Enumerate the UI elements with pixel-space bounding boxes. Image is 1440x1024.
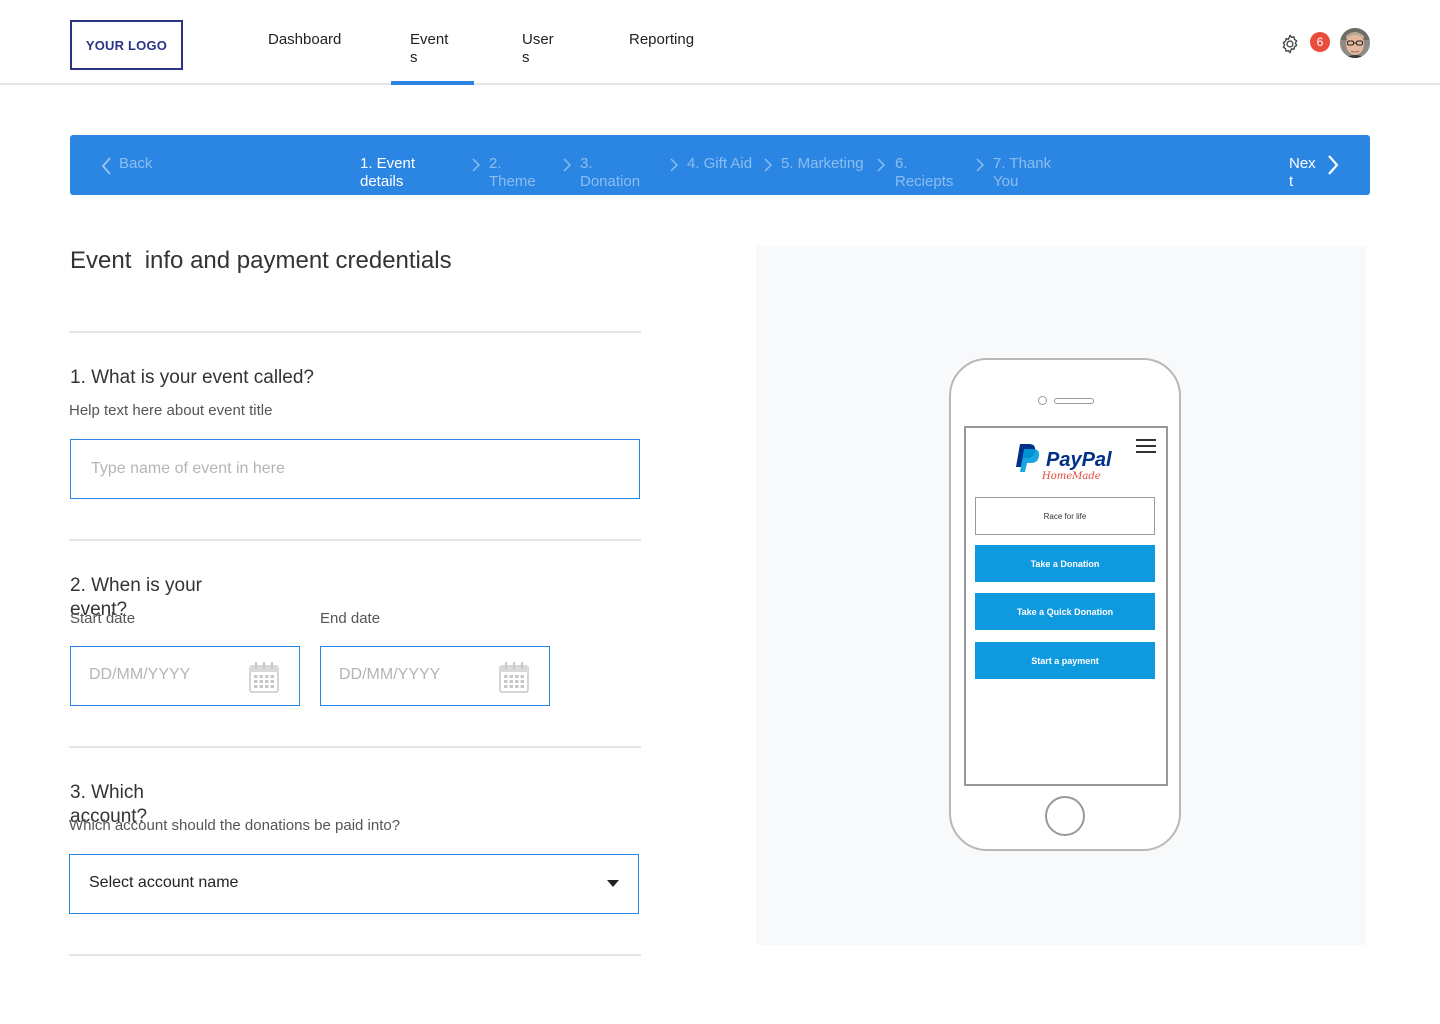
chevron-left-icon[interactable] bbox=[100, 156, 112, 176]
event-title-preview[interactable]: Race for life bbox=[975, 497, 1155, 535]
active-nav-indicator bbox=[391, 81, 474, 85]
phone-speaker bbox=[1054, 398, 1094, 404]
step-donation[interactable]: 3. Donation bbox=[580, 155, 650, 191]
chevron-right-icon bbox=[563, 158, 572, 172]
calendar-icon[interactable] bbox=[499, 661, 529, 693]
page-title: Event info and payment credentials bbox=[70, 247, 452, 274]
chevron-right-icon bbox=[877, 158, 886, 172]
start-date-field[interactable]: DD/MM/YYYY bbox=[70, 646, 300, 706]
paypal-wordmark: PayPal bbox=[1046, 449, 1112, 471]
step-reciepts[interactable]: 6. Reciepts bbox=[895, 155, 960, 191]
progress-stepper: Back 1. Event details 2. Theme 3. Donati… bbox=[70, 135, 1370, 195]
start-payment-button[interactable]: Start a payment bbox=[975, 642, 1155, 679]
divider bbox=[69, 539, 641, 541]
avatar[interactable] bbox=[1340, 28, 1370, 58]
back-button[interactable]: Back bbox=[119, 155, 152, 173]
chevron-right-icon bbox=[764, 158, 773, 172]
chevron-right-icon bbox=[976, 158, 985, 172]
hamburger-menu-icon[interactable] bbox=[1136, 439, 1156, 453]
divider bbox=[69, 746, 641, 748]
chevron-right-icon[interactable] bbox=[1326, 154, 1340, 176]
chevron-right-icon bbox=[670, 158, 679, 172]
step-theme[interactable]: 2. Theme bbox=[489, 155, 549, 191]
nav-reporting[interactable]: Reporting bbox=[629, 31, 709, 49]
divider bbox=[69, 954, 641, 956]
start-date-label: Start date bbox=[70, 610, 136, 627]
top-header: YOUR LOGO Dashboard Events Users Reporti… bbox=[0, 0, 1440, 85]
logo[interactable]: YOUR LOGO bbox=[70, 20, 183, 70]
help-text-account: Which account should the donations be pa… bbox=[69, 817, 401, 834]
start-date-placeholder: DD/MM/YYYY bbox=[89, 666, 191, 683]
help-text-event-name: Help text here about event title bbox=[69, 402, 273, 419]
nav-events[interactable]: Events bbox=[410, 31, 454, 67]
notification-badge[interactable]: 6 bbox=[1310, 32, 1330, 52]
end-date-field[interactable]: DD/MM/YYYY bbox=[320, 646, 550, 706]
account-select-value: Select account name bbox=[89, 874, 239, 891]
phone-home-button bbox=[1045, 796, 1085, 836]
divider bbox=[69, 331, 641, 333]
account-select[interactable]: Select account name bbox=[69, 854, 639, 914]
nav-users[interactable]: Users bbox=[522, 31, 558, 67]
paypal-logo: PayPal HomeMade bbox=[1016, 444, 1112, 482]
question-event-name: 1. What is your event called? bbox=[70, 367, 314, 388]
phone-camera bbox=[1038, 396, 1047, 405]
take-donation-button[interactable]: Take a Donation bbox=[975, 545, 1155, 582]
gear-icon[interactable] bbox=[1279, 33, 1301, 55]
step-marketing[interactable]: 5. Marketing bbox=[781, 155, 864, 173]
nav-dashboard[interactable]: Dashboard bbox=[268, 31, 358, 49]
chevron-right-icon bbox=[472, 158, 481, 172]
step-thank-you[interactable]: 7. Thank You bbox=[993, 155, 1063, 191]
end-date-placeholder: DD/MM/YYYY bbox=[339, 666, 441, 683]
phone-mockup: PayPal HomeMade Race for life Take a Don… bbox=[949, 358, 1181, 851]
step-gift-aid[interactable]: 4. Gift Aid bbox=[687, 155, 752, 173]
step-event-details[interactable]: 1. Event details bbox=[360, 155, 430, 191]
next-button[interactable]: Next bbox=[1289, 155, 1319, 191]
end-date-label: End date bbox=[320, 610, 381, 627]
calendar-icon[interactable] bbox=[249, 661, 279, 693]
phone-screen: PayPal HomeMade Race for life Take a Don… bbox=[964, 426, 1168, 786]
quick-donation-button[interactable]: Take a Quick Donation bbox=[975, 593, 1155, 630]
mobile-preview-panel: PayPal HomeMade Race for life Take a Don… bbox=[756, 246, 1366, 945]
event-name-input[interactable] bbox=[70, 439, 640, 499]
homemade-wordmark: HomeMade bbox=[1041, 471, 1101, 482]
caret-down-icon[interactable] bbox=[607, 880, 619, 888]
